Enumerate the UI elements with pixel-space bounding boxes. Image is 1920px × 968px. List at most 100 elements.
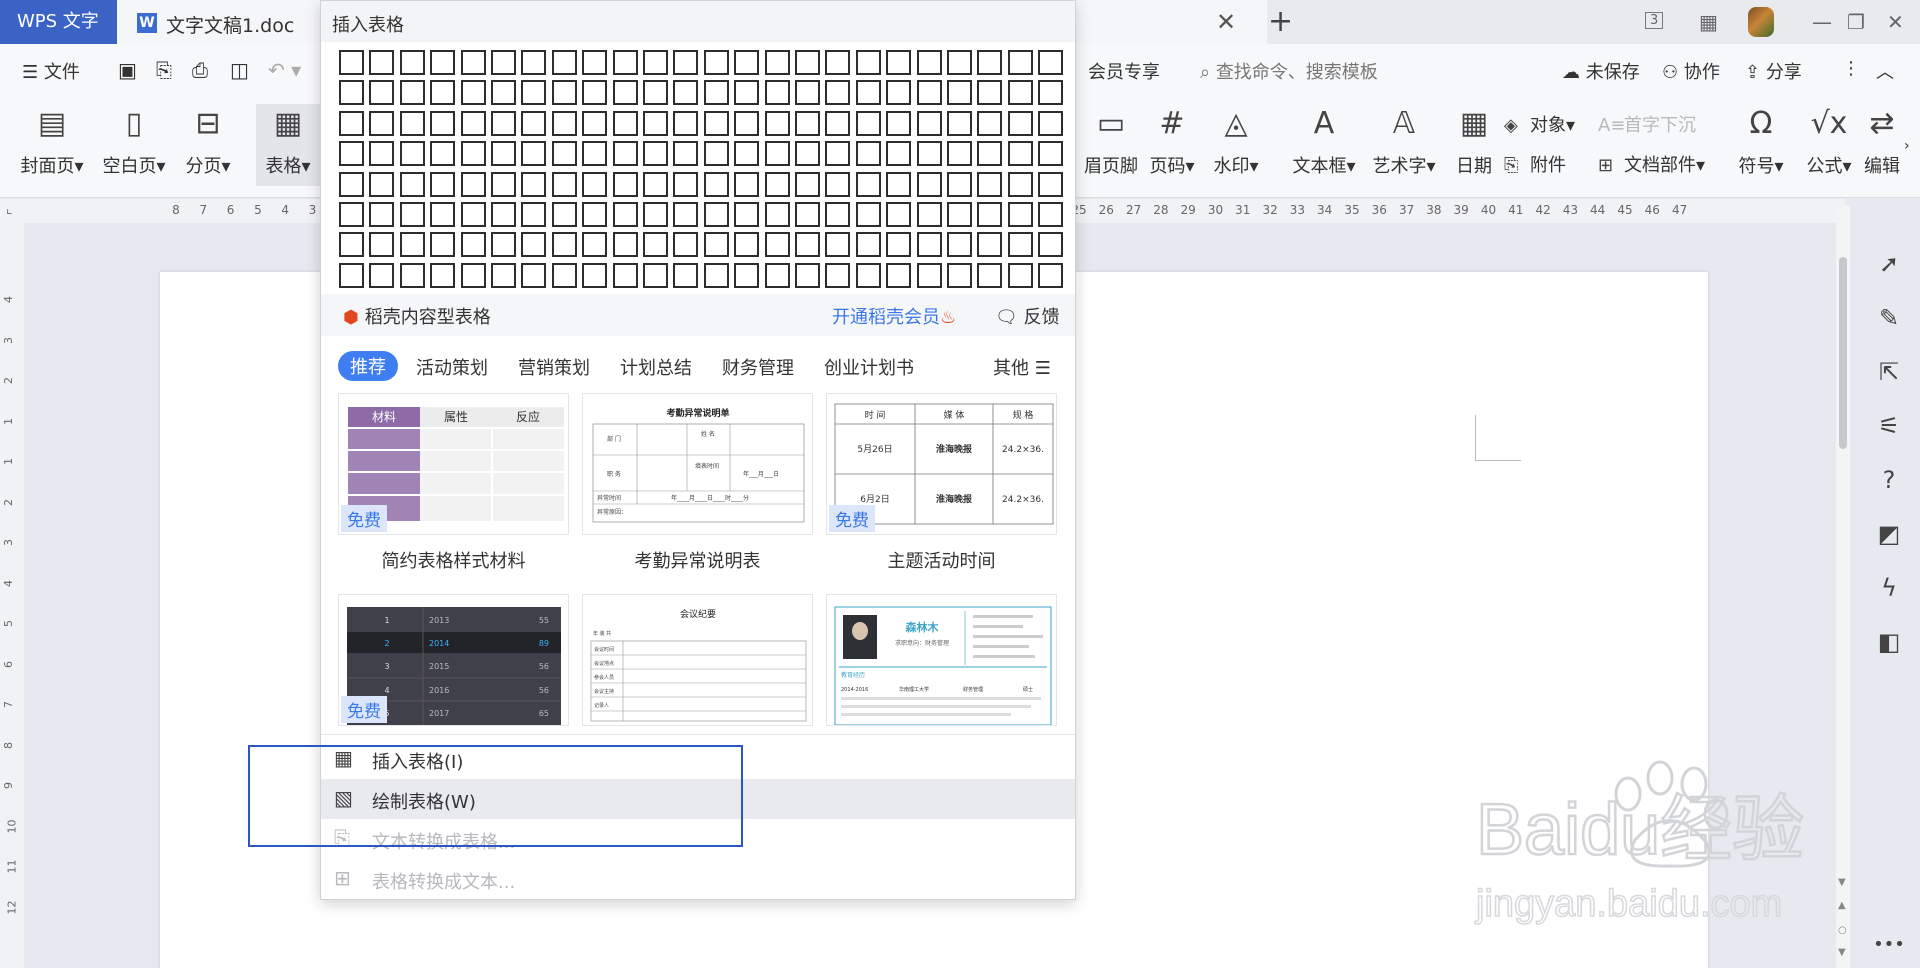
collapse-ribbon-icon[interactable]: ︿	[1876, 58, 1894, 84]
grid-cell[interactable]	[673, 172, 698, 197]
grid-cell[interactable]	[795, 111, 820, 136]
grid-cell[interactable]	[734, 141, 759, 166]
grid-cell[interactable]	[704, 141, 729, 166]
wordart-button[interactable]: 𝔸 艺术字▾	[1366, 104, 1442, 178]
tab-event-planning[interactable]: 活动策划	[416, 354, 488, 380]
grid-cell[interactable]	[521, 172, 546, 197]
grid-cell[interactable]	[521, 50, 546, 75]
grid-cell[interactable]	[339, 202, 364, 227]
grid-cell[interactable]	[734, 202, 759, 227]
prev-page-icon[interactable]: ▲	[1838, 900, 1846, 911]
grid-cell[interactable]	[765, 111, 790, 136]
grid-cell[interactable]	[886, 232, 911, 257]
grid-cell[interactable]	[430, 141, 455, 166]
grid-cell[interactable]	[491, 141, 516, 166]
grid-cell[interactable]	[521, 111, 546, 136]
grid-cell[interactable]	[521, 232, 546, 257]
grid-cell[interactable]	[613, 111, 638, 136]
grid-cell[interactable]	[369, 111, 394, 136]
grid-cell[interactable]	[734, 232, 759, 257]
image-tool-icon[interactable]: ◩	[1858, 520, 1920, 548]
grid-cell[interactable]	[917, 141, 942, 166]
tab-recommend[interactable]: 推荐	[338, 351, 398, 381]
grid-cell[interactable]	[521, 202, 546, 227]
cover-page-button[interactable]: ▤ 封面页▾	[14, 104, 90, 178]
grid-cell[interactable]	[613, 172, 638, 197]
grid-cell[interactable]	[643, 172, 668, 197]
grid-cell[interactable]	[1008, 50, 1033, 75]
grid-cell[interactable]	[886, 50, 911, 75]
grid-cell[interactable]	[1038, 232, 1063, 257]
app-tab[interactable]: WPS 文字	[0, 0, 117, 44]
grid-cell[interactable]	[704, 50, 729, 75]
grid-cell[interactable]	[582, 263, 607, 288]
grid-cell[interactable]	[643, 202, 668, 227]
grid-cell[interactable]	[1038, 172, 1063, 197]
grid-cell[interactable]	[917, 202, 942, 227]
grid-cell[interactable]	[825, 202, 850, 227]
grid-cell[interactable]	[947, 202, 972, 227]
vip-tab[interactable]: 会员专享	[1088, 58, 1160, 84]
grid-cell[interactable]	[552, 111, 577, 136]
grid-cell[interactable]	[430, 80, 455, 105]
daoke-vip-link[interactable]: 开通稻壳会员♨	[832, 303, 956, 329]
grid-cell[interactable]	[461, 202, 486, 227]
grid-cell[interactable]	[400, 50, 425, 75]
grid-cell[interactable]	[552, 263, 577, 288]
grid-cell[interactable]	[400, 111, 425, 136]
grid-cell[interactable]	[886, 202, 911, 227]
grid-cell[interactable]	[947, 232, 972, 257]
grid-cell[interactable]	[917, 111, 942, 136]
grid-cell[interactable]	[430, 50, 455, 75]
grid-cell[interactable]	[795, 232, 820, 257]
grid-cell[interactable]	[795, 263, 820, 288]
grid-cell[interactable]	[613, 80, 638, 105]
table-size-grid[interactable]	[339, 50, 1069, 293]
grid-cell[interactable]	[461, 141, 486, 166]
grid-cell[interactable]	[977, 172, 1002, 197]
grid-cell[interactable]	[430, 111, 455, 136]
grid-cell[interactable]	[1038, 80, 1063, 105]
grid-cell[interactable]	[582, 141, 607, 166]
table-to-text-menu-item[interactable]: ⊞ 表格转换成文本...	[321, 859, 1075, 899]
grid-cell[interactable]	[704, 172, 729, 197]
bolt-icon[interactable]: ϟ	[1858, 574, 1920, 602]
grid-cell[interactable]	[856, 202, 881, 227]
grid-cell[interactable]	[673, 263, 698, 288]
grid-cell[interactable]	[369, 263, 394, 288]
grid-cell[interactable]	[1038, 202, 1063, 227]
tab-plan-summary[interactable]: 计划总结	[620, 354, 692, 380]
grid-cell[interactable]	[400, 263, 425, 288]
grid-cell[interactable]	[734, 111, 759, 136]
grid-cell[interactable]	[795, 202, 820, 227]
grid-cell[interactable]	[400, 80, 425, 105]
grid-cell[interactable]	[339, 141, 364, 166]
grid-cell[interactable]	[643, 50, 668, 75]
grid-cell[interactable]	[1038, 263, 1063, 288]
minimize-icon[interactable]: —	[1812, 10, 1832, 34]
undo-icon[interactable]: ↶ ▾	[268, 58, 301, 82]
avatar[interactable]	[1748, 7, 1774, 37]
table-button[interactable]: ▦ 表格▾	[256, 104, 320, 186]
grid-cell[interactable]	[673, 111, 698, 136]
grid-cell[interactable]	[582, 111, 607, 136]
print-preview-icon[interactable]: ◫	[230, 58, 249, 82]
close-window-icon[interactable]: ✕	[1887, 10, 1904, 34]
vertical-scrollbar[interactable]: ▼ ▲ ○ ▼	[1836, 205, 1850, 968]
template-card-attendance[interactable]: 考勤异常说明单 部 门 姓 名 职 务 填表时间 年___月___日 异常时间 …	[582, 393, 813, 535]
grid-cell[interactable]	[1038, 111, 1063, 136]
scrollbar-thumb[interactable]	[1839, 257, 1847, 449]
export-icon[interactable]: ⎘	[156, 58, 172, 82]
grid-cell[interactable]	[886, 263, 911, 288]
grid-cell[interactable]	[430, 202, 455, 227]
grid-cell[interactable]	[1038, 141, 1063, 166]
grid-cell[interactable]	[947, 263, 972, 288]
grid-cell[interactable]	[977, 80, 1002, 105]
grid-cell[interactable]	[430, 263, 455, 288]
tab-business-plan[interactable]: 创业计划书	[824, 354, 914, 380]
grid-cell[interactable]	[917, 232, 942, 257]
grid-cell[interactable]	[582, 80, 607, 105]
rocket-icon[interactable]: ➚	[1858, 250, 1920, 278]
search-box[interactable]: ⌕ 查找命令、搜索模板	[1200, 58, 1378, 84]
help-icon[interactable]: ?	[1858, 466, 1920, 494]
